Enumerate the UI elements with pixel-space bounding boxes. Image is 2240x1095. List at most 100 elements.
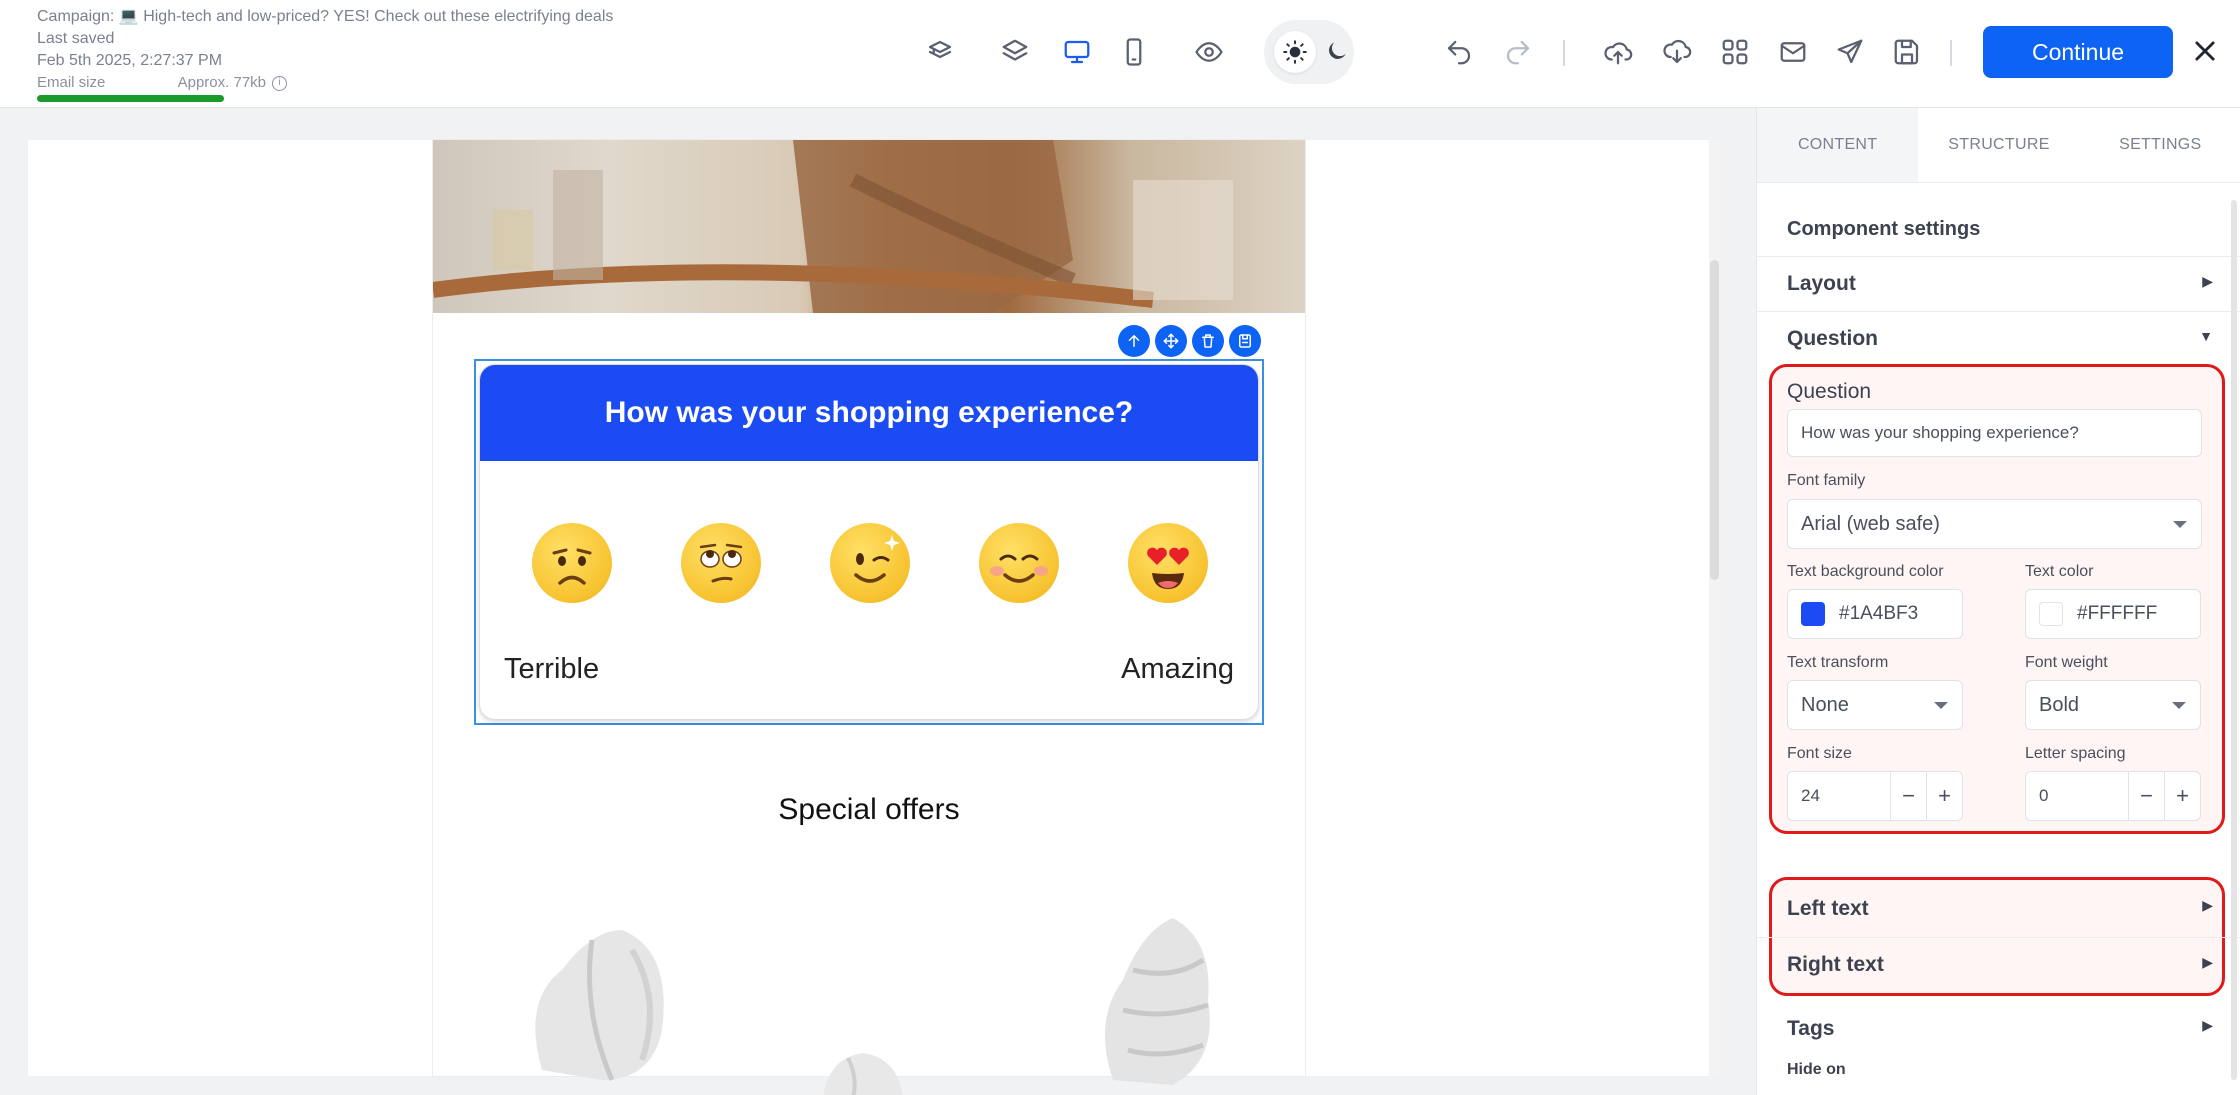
layers-icon[interactable] [995,32,1035,72]
component-settings-title: Component settings [1787,218,1981,240]
increment-button[interactable]: + [2164,772,2200,820]
product-image [823,1053,903,1095]
font-size-stepper[interactable]: 24 − + [1787,771,1963,821]
info-icon[interactable]: i [272,75,287,91]
caret-right-icon: ▶ [2202,954,2213,970]
close-icon[interactable] [2188,34,2222,68]
email-size-bar [37,95,224,102]
product-image [1105,918,1210,1085]
accordion-right-text[interactable]: Right text ▶ [1757,937,2240,992]
font-weight-select[interactable]: Bold [2025,680,2201,730]
panel-tabs: CONTENT STRUCTURE SETTINGS [1757,108,2240,183]
product-image [535,930,664,1081]
email-size-value: Approx. 77kb [177,74,266,91]
undo-icon[interactable] [1439,32,1479,72]
caret-right-icon: ▶ [2202,1017,2213,1033]
winking-face-icon[interactable] [829,523,910,603]
toolbar-divider [1563,40,1565,66]
accordion-question-label: Question [1787,327,1879,350]
caret-right-icon: ▶ [2202,897,2213,913]
text-color-label: Text color [2025,563,2094,580]
sun-icon[interactable] [1274,31,1316,73]
font-weight-label: Font weight [2025,654,2108,671]
font-family-select[interactable]: Arial (web safe) [1787,499,2202,549]
survey-question: How was your shopping experience? [480,365,1258,461]
worried-face-icon[interactable] [532,523,613,603]
stack-icon[interactable] [920,32,960,72]
text-transform-select[interactable]: None [1787,680,1963,730]
text-bg-color-input[interactable]: #1A4BF3 [1787,589,1963,639]
accordion-tags[interactable]: Tags ▶ [1757,1001,2240,1056]
mobile-icon[interactable] [1114,32,1154,72]
accordion-left-text[interactable]: Left text ▶ [1757,881,2240,936]
save-module-icon[interactable] [1229,325,1261,357]
text-color-value: #FFFFFF [2077,603,2158,624]
accordion-left-text-label: Left text [1787,896,1869,920]
canvas-scrollbar[interactable] [1709,140,1720,1076]
text-bg-color-value: #1A4BF3 [1839,603,1919,624]
panel-scrollbar[interactable] [2231,200,2237,1080]
upload-icon[interactable] [1598,32,1638,72]
heart-eyes-face-icon[interactable] [1127,523,1208,603]
font-family-label: Font family [1787,472,1866,489]
font-size-label: Font size [1787,745,1852,762]
survey-right-label: Amazing [1121,653,1234,685]
question-input[interactable]: How was your shopping experience? [1787,409,2202,457]
mail-icon[interactable] [1773,32,1813,72]
text-bg-color-label: Text background color [1787,563,1944,580]
chevron-down-icon [1934,702,1948,709]
smiling-blush-face-icon[interactable] [978,523,1059,603]
survey-left-label: Terrible [504,653,600,685]
increment-button[interactable]: + [1926,772,1962,820]
accordion-question[interactable]: Question ▼ [1757,311,2240,366]
top-bar: Campaign: 💻 High-tech and low-priced? YE… [0,0,2240,108]
letter-spacing-value: 0 [2039,786,2049,805]
last-saved-value: Feb 5th 2025, 2:27:37 PM [37,52,223,69]
download-icon[interactable] [1657,32,1697,72]
letter-spacing-stepper[interactable]: 0 − + [2025,771,2201,821]
text-transform-label: Text transform [1787,654,1889,671]
text-color-input[interactable]: #FFFFFF [2025,589,2201,639]
font-size-value: 24 [1801,786,1820,805]
accordion-layout-label: Layout [1787,272,1856,295]
caret-right-icon: ▶ [2202,273,2213,289]
drag-move-icon[interactable] [1155,325,1187,357]
delete-icon[interactable] [1192,325,1224,357]
hero-image[interactable] [433,140,1305,313]
decrement-button[interactable]: − [1890,772,1926,820]
font-family-value: Arial (web safe) [1801,512,1940,535]
campaign-title: Campaign: 💻 High-tech and low-priced? YE… [37,8,614,25]
redo-icon[interactable] [1498,32,1538,72]
tab-structure[interactable]: STRUCTURE [1918,108,2079,182]
preview-eye-icon[interactable] [1189,32,1229,72]
hide-on-label: Hide on [1787,1061,1846,1078]
tab-content[interactable]: CONTENT [1757,108,1919,182]
survey-selection-frame[interactable]: How was your shopping experience? Terrib… [474,359,1264,725]
chevron-down-icon [2173,521,2187,528]
last-saved-label: Last saved [37,30,115,47]
desktop-icon[interactable] [1057,32,1097,72]
rolling-eyes-face-icon[interactable] [681,523,762,603]
save-icon[interactable] [1887,32,1927,72]
decrement-button[interactable]: − [2128,772,2164,820]
theme-toggle[interactable] [1264,20,1354,84]
color-swatch[interactable] [2039,602,2063,626]
text-transform-value: None [1801,693,1849,716]
continue-button[interactable]: Continue [1983,26,2173,78]
grid-icon[interactable] [1715,32,1755,72]
caret-down-icon: ▼ [2199,328,2213,344]
tab-settings[interactable]: SETTINGS [2080,108,2240,182]
moon-icon[interactable] [1320,34,1354,68]
letter-spacing-label: Letter spacing [2025,745,2126,762]
component-toolbar [1118,325,1261,357]
survey-block[interactable]: How was your shopping experience? Terrib… [479,364,1259,720]
emoji-rating-row [480,523,1258,603]
accordion-tags-label: Tags [1787,1016,1835,1040]
move-up-icon[interactable] [1118,325,1150,357]
send-icon[interactable] [1830,32,1870,72]
color-swatch[interactable] [1801,602,1825,626]
question-field-label: Question [1787,380,1872,403]
special-offers-heading: Special offers [778,793,960,826]
settings-panel: CONTENT STRUCTURE SETTINGS Component set… [1756,108,2240,1095]
accordion-layout[interactable]: Layout ▶ [1757,256,2240,311]
